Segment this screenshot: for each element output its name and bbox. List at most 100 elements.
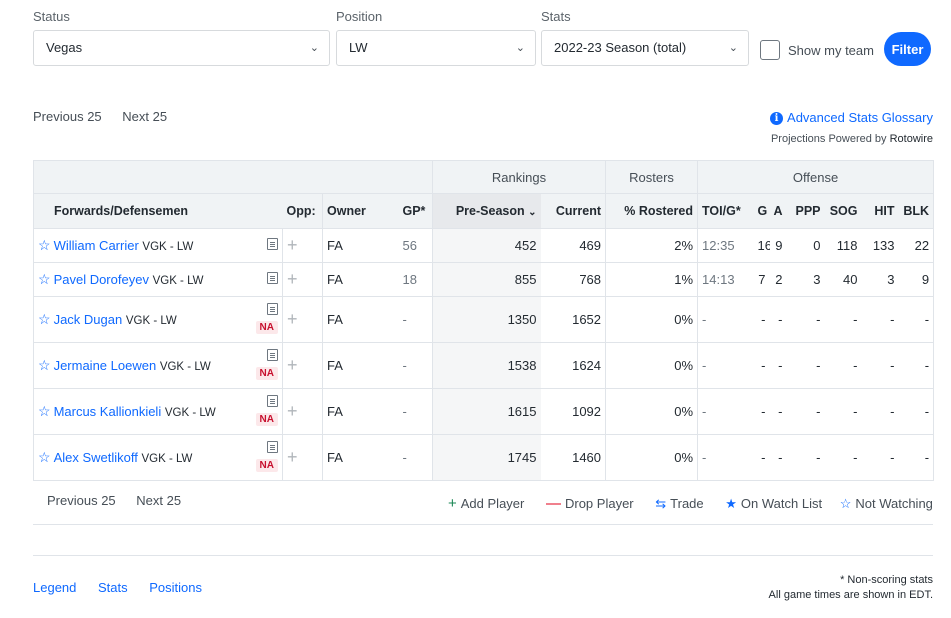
player-notes-icon[interactable]: [267, 349, 278, 361]
table-row: ☆ Marcus Kallionkieli VGK - LW NA + FA -1615 1…: [33, 388, 935, 435]
player-notes-icon[interactable]: [267, 303, 278, 315]
hit-cell: -: [861, 434, 899, 481]
sog-cell: -: [824, 434, 862, 481]
footer-link-stats[interactable]: Stats: [98, 580, 128, 595]
column-header-ppp[interactable]: PPP: [786, 193, 825, 229]
column-header-pre-season[interactable]: Pre-Season ⌄: [432, 193, 541, 229]
owner-cell: FA: [322, 434, 399, 481]
edt-note: All game times are shown in EDT.: [768, 589, 933, 601]
ppp-cell: 3: [786, 262, 825, 297]
previous-page-link[interactable]: Previous 25: [47, 493, 116, 508]
footer-link-positions[interactable]: Positions: [149, 580, 202, 595]
sog-cell: -: [824, 388, 862, 435]
stats-select[interactable]: 2022-23 Season (total) ⌄: [541, 30, 749, 66]
pre-season-rank-cell: 1745: [432, 434, 541, 481]
add-player-icon[interactable]: +: [287, 401, 298, 421]
status-label: Status: [33, 9, 70, 24]
add-player-icon[interactable]: +: [287, 235, 298, 255]
chevron-down-icon: ⌄: [515, 42, 525, 54]
column-header-player[interactable]: Forwards/Defensemen: [33, 193, 283, 229]
add-player-icon[interactable]: +: [287, 447, 298, 467]
assists-cell: -: [769, 434, 787, 481]
chevron-down-icon: ⌄: [309, 42, 319, 54]
next-page-link[interactable]: Next 25: [122, 109, 167, 124]
add-player-icon[interactable]: +: [287, 309, 298, 329]
player-team-position: VGK - LW: [152, 275, 204, 287]
add-player-icon[interactable]: +: [287, 269, 298, 289]
column-header-rostered[interactable]: % Rostered: [605, 193, 698, 229]
rotowire-brand: Rotowire: [889, 133, 933, 145]
opp-cell: +: [282, 228, 323, 263]
watch-star-outline-icon: ☆: [839, 496, 852, 511]
glossary-link[interactable]: i Advanced Stats Glossary: [770, 110, 933, 126]
sort-chevron-icon: ⌄: [528, 207, 537, 218]
player-name-link[interactable]: Marcus Kallionkieli: [54, 404, 162, 419]
column-header-a[interactable]: A: [769, 193, 787, 229]
watch-star-icon[interactable]: ☆: [38, 271, 51, 287]
opp-cell: +: [282, 262, 323, 297]
sog-cell: -: [824, 342, 862, 389]
column-header-opp[interactable]: Opp:: [282, 193, 323, 229]
watch-star-icon[interactable]: ☆: [38, 237, 51, 253]
pre-season-rank-cell: 1350: [432, 296, 541, 343]
status-select[interactable]: Vegas ⌄: [33, 30, 330, 66]
column-header-sog[interactable]: SOG: [824, 193, 862, 229]
column-header-gp[interactable]: GP*: [398, 193, 433, 229]
player-name-link[interactable]: Jack Dugan: [54, 312, 123, 327]
pre-season-rank-cell: 452: [432, 228, 541, 263]
player-notes-icon[interactable]: [267, 272, 278, 284]
column-header-current[interactable]: Current: [540, 193, 606, 229]
player-name-link[interactable]: Pavel Dorofeyev: [54, 272, 149, 287]
divider: [33, 524, 933, 525]
player-notes-icon[interactable]: [267, 395, 278, 407]
footer-link-legend[interactable]: Legend: [33, 580, 76, 595]
previous-page-link[interactable]: Previous 25: [33, 109, 102, 124]
toi-cell: -: [697, 342, 754, 389]
player-name-link[interactable]: Alex Swetlikoff: [54, 450, 138, 465]
legend-on-watch-list: On Watch List: [740, 496, 823, 511]
player-team-position: VGK - LW: [141, 453, 193, 465]
filter-button[interactable]: Filter: [884, 32, 931, 66]
watch-star-icon[interactable]: ☆: [38, 449, 51, 465]
gp-cell: -: [398, 296, 433, 343]
rostered-cell: 1%: [605, 262, 698, 297]
ppp-cell: -: [786, 388, 825, 435]
show-my-team-checkbox[interactable]: [760, 40, 780, 60]
position-select[interactable]: LW ⌄: [336, 30, 536, 66]
goals-cell: 7: [753, 262, 770, 297]
next-page-link[interactable]: Next 25: [136, 493, 181, 508]
ppp-cell: -: [786, 434, 825, 481]
column-header-g[interactable]: G: [753, 193, 770, 229]
player-team-position: VGK - LW: [159, 361, 211, 373]
player-notes-icon[interactable]: [267, 238, 278, 250]
rostered-cell: 0%: [605, 388, 698, 435]
group-header-rosters: Rosters: [605, 160, 698, 194]
show-my-team-label[interactable]: Show my team: [788, 43, 874, 58]
gp-cell: 56: [398, 228, 433, 263]
column-header-blk[interactable]: BLK: [898, 193, 935, 229]
footer-links: Legend Stats Positions: [33, 580, 202, 595]
watch-star-icon[interactable]: ☆: [38, 357, 51, 373]
player-cell: ☆ Marcus Kallionkieli VGK - LW NA: [33, 388, 283, 435]
column-header-hit[interactable]: HIT: [861, 193, 899, 229]
watch-star-icon[interactable]: ☆: [38, 311, 51, 327]
column-header-toi[interactable]: TOI/G*: [697, 193, 754, 229]
rostered-cell: 0%: [605, 342, 698, 389]
goals-cell: -: [753, 434, 770, 481]
info-icon: i: [770, 112, 784, 126]
assists-cell: -: [769, 388, 787, 435]
current-rank-cell: 1460: [540, 434, 606, 481]
blk-cell: 22: [898, 228, 935, 263]
assists-cell: 9: [769, 228, 787, 263]
player-notes-icon[interactable]: [267, 441, 278, 453]
toi-cell: -: [697, 434, 754, 481]
na-badge: NA: [255, 367, 278, 380]
chevron-down-icon: ⌄: [728, 42, 738, 54]
add-player-icon[interactable]: +: [287, 355, 298, 375]
column-header-owner[interactable]: Owner: [322, 193, 399, 229]
watch-star-icon[interactable]: ☆: [38, 403, 51, 419]
player-cell: ☆ Pavel Dorofeyev VGK - LW: [33, 262, 283, 297]
player-name-link[interactable]: William Carrier: [54, 238, 139, 253]
gp-cell: -: [398, 342, 433, 389]
player-name-link[interactable]: Jermaine Loewen: [54, 358, 157, 373]
